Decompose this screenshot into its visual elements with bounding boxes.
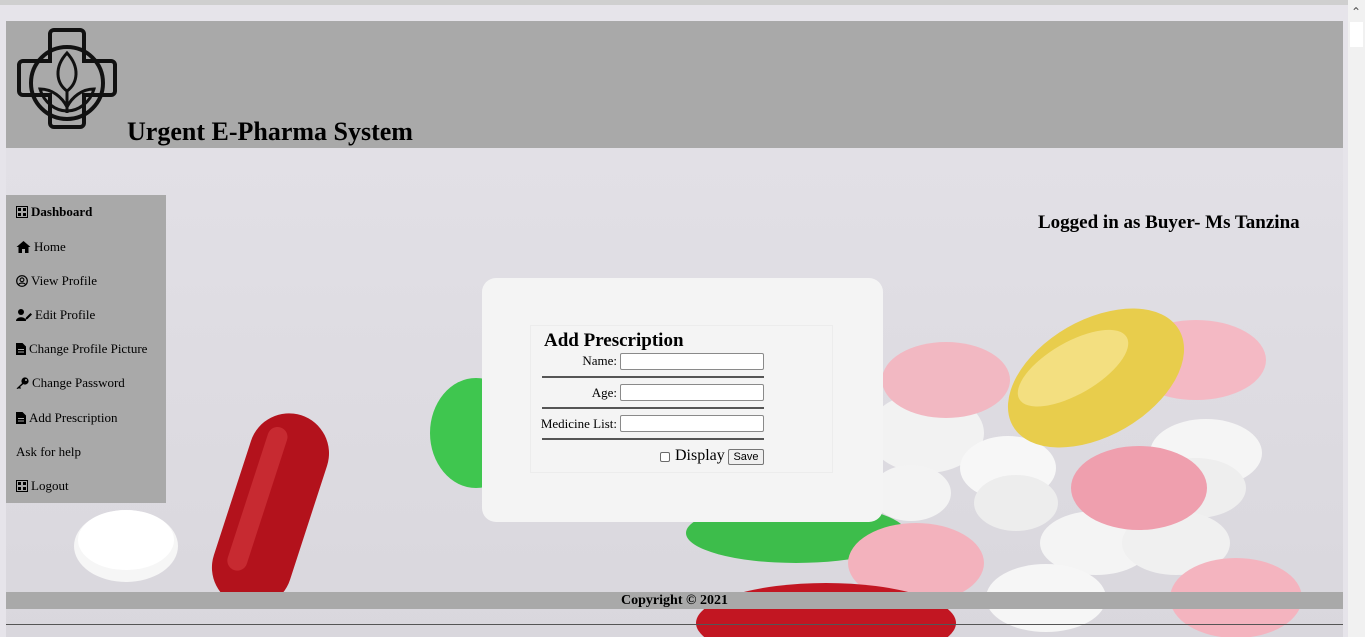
- sidebar: Dashboard Home View Profile Edit Profile…: [6, 195, 166, 503]
- user-circle-icon: [16, 275, 28, 287]
- site-header: Urgent E-Pharma System: [6, 21, 1343, 148]
- name-label: Name:: [582, 353, 617, 368]
- medicine-list-field[interactable]: [620, 415, 764, 432]
- browser-top-strip: [0, 0, 1365, 5]
- age-label: Age:: [591, 385, 617, 400]
- grid-icon: [16, 480, 28, 492]
- age-field[interactable]: [620, 384, 764, 401]
- divider: [542, 407, 764, 409]
- pharmacy-cross-leaf-icon: [12, 27, 122, 137]
- sidebar-item-view-profile[interactable]: View Profile: [16, 273, 97, 289]
- sidebar-item-label: View Profile: [31, 273, 98, 288]
- medicine-list-label: Medicine List:: [540, 416, 617, 431]
- home-icon: [16, 241, 31, 253]
- sidebar-item-edit-profile[interactable]: Edit Profile: [16, 307, 95, 323]
- sidebar-item-label: Home: [34, 239, 66, 254]
- scrollbar-thumb[interactable]: [1350, 22, 1363, 47]
- sidebar-item-dashboard[interactable]: Dashboard: [16, 204, 92, 220]
- sidebar-item-add-prescription[interactable]: Add Prescription: [16, 410, 117, 426]
- site-title: Urgent E-Pharma System: [127, 117, 413, 146]
- user-edit-icon: [16, 309, 32, 321]
- display-checkbox[interactable]: [660, 452, 670, 462]
- sidebar-item-label: Change Profile Picture: [29, 341, 148, 356]
- sidebar-item-logout[interactable]: Logout: [16, 478, 69, 494]
- sidebar-item-label: Edit Profile: [35, 307, 96, 322]
- divider: [542, 376, 764, 378]
- divider: [542, 438, 764, 440]
- file-icon: [16, 412, 26, 424]
- vertical-scrollbar[interactable]: ⌃: [1348, 0, 1365, 637]
- sidebar-item-label: Change Password: [32, 375, 125, 390]
- sidebar-item-ask-for-help[interactable]: Ask for help: [16, 444, 81, 460]
- scroll-up-icon[interactable]: ⌃: [1351, 5, 1361, 19]
- sidebar-item-change-profile-picture[interactable]: Change Profile Picture: [16, 341, 147, 357]
- sidebar-item-label: Add Prescription: [29, 410, 118, 425]
- key-icon: [16, 377, 29, 389]
- sidebar-item-label: Ask for help: [16, 444, 81, 459]
- logged-in-status: Logged in as Buyer- Ms Tanzina: [1038, 212, 1300, 233]
- sidebar-item-home[interactable]: Home: [16, 239, 66, 255]
- footer-divider: [6, 624, 1343, 625]
- form-title: Add Prescription: [544, 330, 684, 351]
- footer-copyright: Copyright © 2021: [6, 592, 1343, 609]
- grid-icon: [16, 206, 28, 218]
- sidebar-item-label: Dashboard: [31, 204, 93, 219]
- sidebar-item-label: Logout: [31, 478, 69, 493]
- file-icon: [16, 343, 26, 355]
- save-button[interactable]: Save: [728, 449, 764, 465]
- display-label: Display: [675, 447, 725, 464]
- name-field[interactable]: [620, 353, 764, 370]
- sidebar-item-change-password[interactable]: Change Password: [16, 375, 125, 391]
